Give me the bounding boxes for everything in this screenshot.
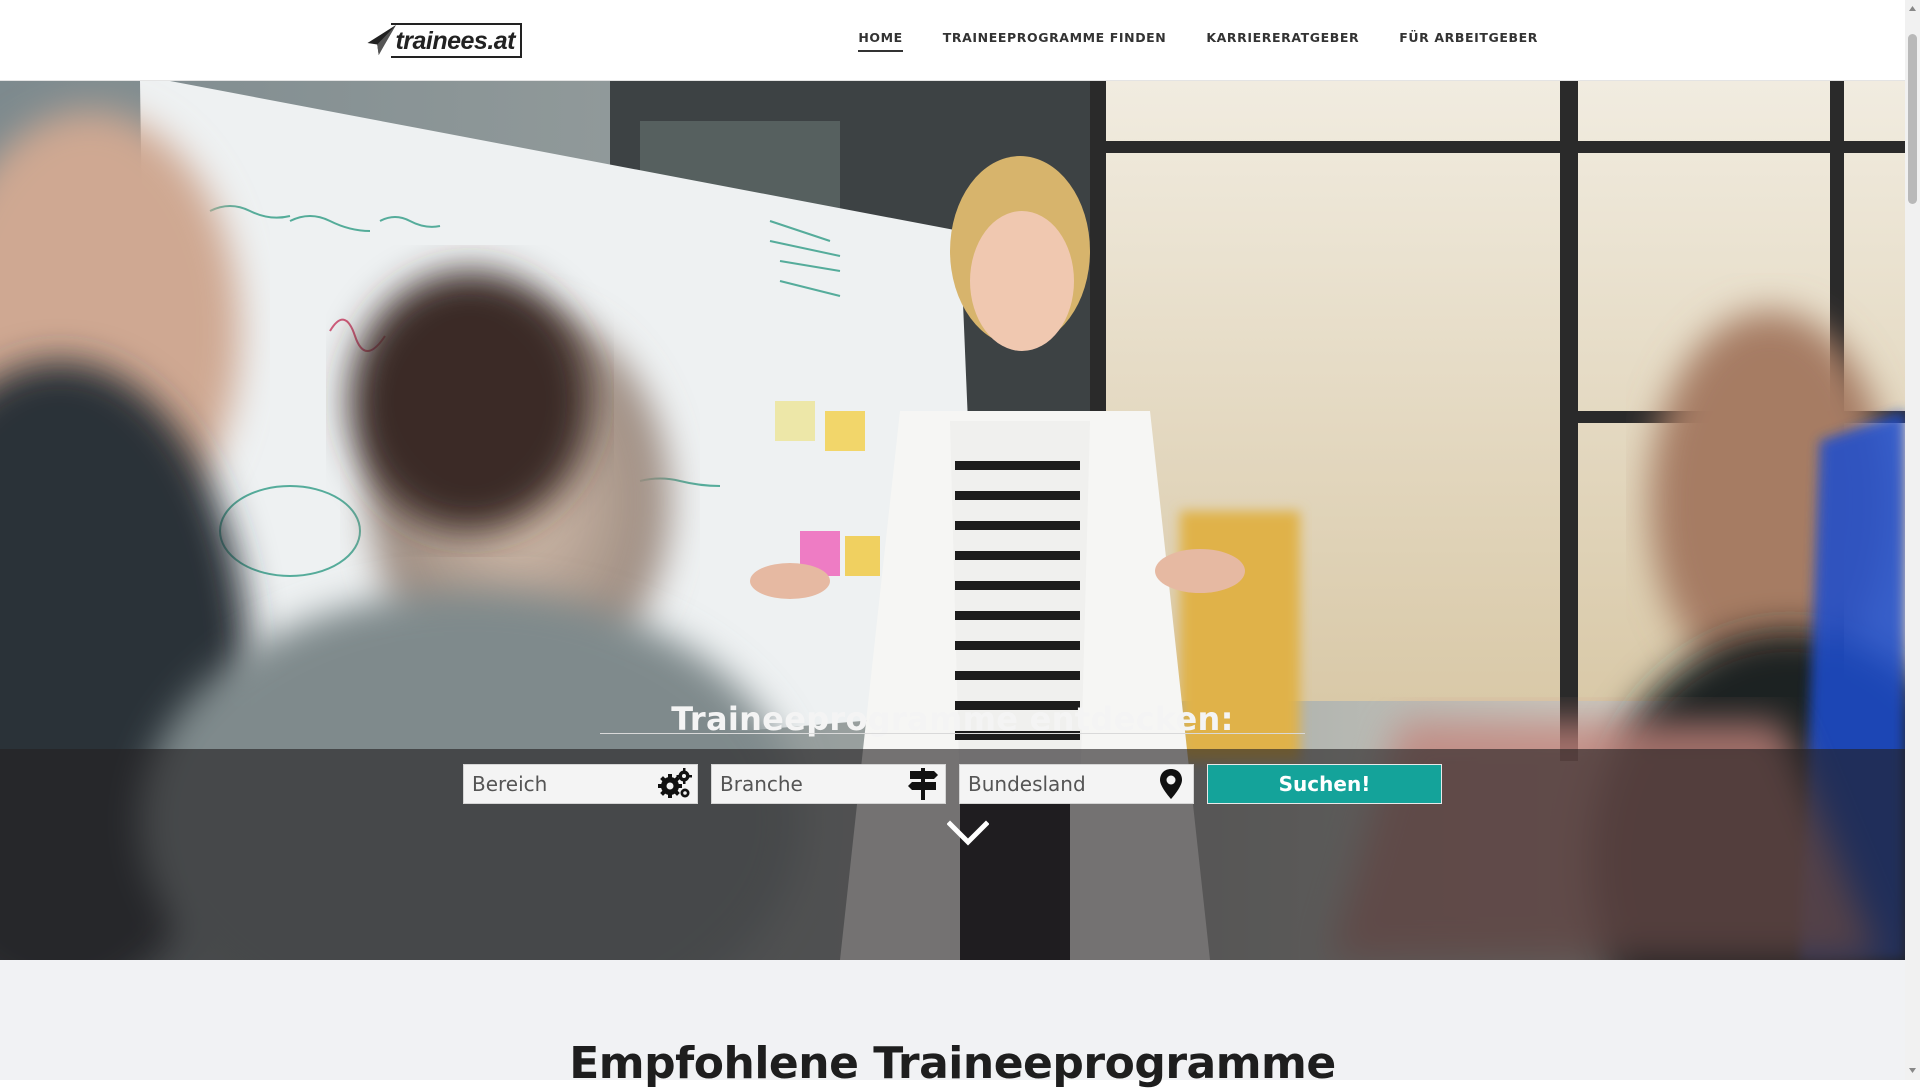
branche-placeholder: Branche (720, 772, 803, 796)
chevron-down-icon[interactable] (947, 820, 989, 846)
map-pin-icon (1149, 765, 1193, 803)
logo[interactable]: trainees.at (366, 16, 522, 64)
search-button[interactable]: Suchen! (1207, 764, 1442, 804)
scroll-up-icon[interactable] (1908, 4, 1917, 13)
branche-select[interactable]: Branche (711, 764, 946, 804)
gears-icon (653, 765, 697, 803)
title-divider (600, 733, 1305, 734)
bundesland-select[interactable]: Bundesland (959, 764, 1194, 804)
site-header: trainees.at HOME TRAINEEPROGRAMME FINDEN… (0, 0, 1905, 81)
search-band (0, 749, 1905, 960)
section-title: Empfohlene Traineeprogramme (569, 1038, 1336, 1089)
scroll-down-icon[interactable] (1908, 1066, 1917, 1075)
nav-item-traineeprogramme-finden[interactable]: TRAINEEPROGRAMME FINDEN (943, 30, 1167, 52)
nav-item-fuer-arbeitgeber[interactable]: FÜR ARBEITGEBER (1399, 30, 1538, 52)
bereich-placeholder: Bereich (472, 772, 548, 796)
nav-item-home[interactable]: HOME (858, 30, 903, 52)
signpost-icon (901, 765, 945, 803)
scrollbar-thumb[interactable] (1908, 34, 1917, 204)
page-scrollbar[interactable] (1905, 0, 1920, 1080)
logo-text: trainees.at (391, 22, 522, 58)
bereich-select[interactable]: Bereich (463, 764, 698, 804)
bundesland-placeholder: Bundesland (968, 772, 1086, 796)
main-nav: HOME TRAINEEPROGRAMME FINDEN KARRIERERAT… (858, 30, 1538, 52)
nav-item-karriereratgeber[interactable]: KARRIERERATGEBER (1206, 30, 1359, 52)
